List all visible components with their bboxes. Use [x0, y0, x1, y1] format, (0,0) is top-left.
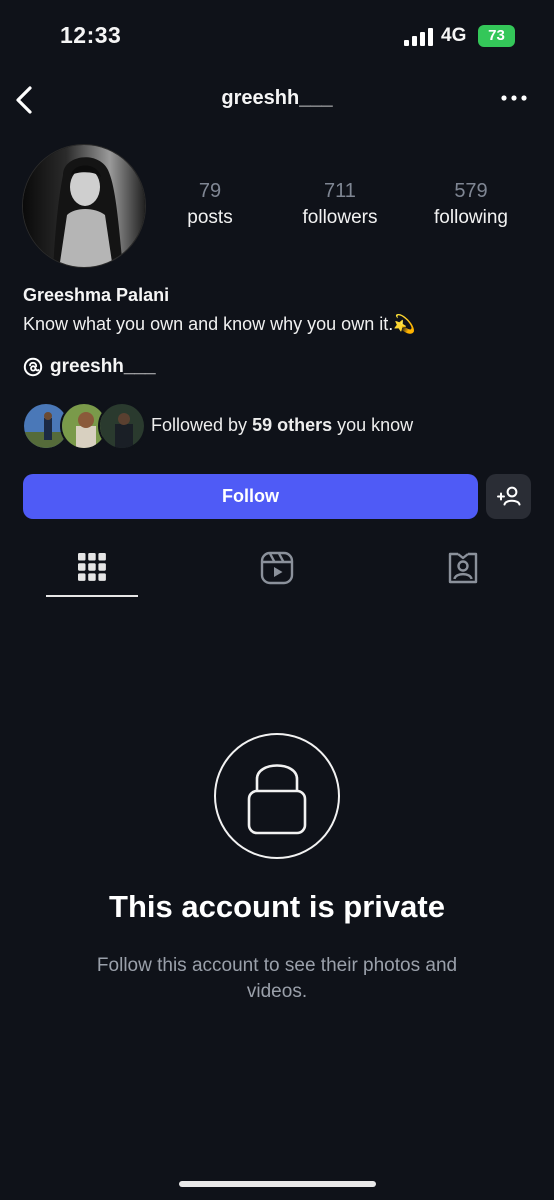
stat-label: posts — [187, 207, 233, 228]
threads-handle: greeshh___ — [50, 356, 156, 377]
tab-tagged[interactable] — [416, 545, 508, 597]
profile-avatar[interactable] — [22, 144, 146, 268]
tab-reels[interactable] — [230, 545, 322, 597]
battery-indicator: 73 — [478, 25, 515, 47]
private-account-subtitle: Follow this account to see their photos … — [96, 955, 458, 1002]
more-horizontal-icon — [501, 95, 527, 101]
bio-emoji: 💫 — [393, 314, 416, 334]
stat-following[interactable]: 579 following — [406, 180, 536, 229]
bio-text: Know what you own and know why you own i… — [23, 314, 394, 334]
tagged-icon — [448, 552, 478, 584]
threads-icon — [23, 357, 43, 377]
profile-tabs — [0, 545, 554, 601]
stat-value: 79 — [198, 180, 222, 202]
add-person-icon — [497, 486, 521, 506]
more-options-button[interactable] — [498, 86, 530, 110]
stat-value: 711 — [324, 180, 356, 202]
mutual-followers-text: Followed by 59 others you know — [151, 415, 413, 436]
follow-button[interactable]: Follow — [23, 474, 478, 519]
home-indicator[interactable] — [179, 1181, 376, 1187]
signal-icon — [404, 28, 433, 46]
private-account-title: This account is private — [109, 889, 445, 924]
grid-icon — [78, 553, 106, 581]
avatar-photo — [23, 145, 145, 267]
tab-grid[interactable] — [46, 545, 138, 597]
profile-bio: Know what you own and know why you own i… — [23, 314, 416, 335]
network-type: 4G — [441, 25, 467, 46]
stat-posts[interactable]: 79 posts — [145, 180, 275, 229]
mutual-count: 59 others — [252, 415, 333, 435]
reels-icon — [260, 551, 294, 585]
status-bar: 12:33 4G 73 — [0, 0, 554, 70]
lock-icon — [247, 764, 307, 835]
stat-label: followers — [302, 207, 378, 228]
profile-username-title: greeshh___ — [221, 87, 333, 109]
profile-full-name: Greeshma Palani — [23, 285, 170, 305]
mutual-prefix: Followed by — [151, 415, 253, 435]
mutual-followers[interactable]: Followed by 59 others you know — [22, 402, 542, 452]
selected-tab-indicator — [46, 595, 138, 597]
battery-level: 73 — [488, 27, 505, 44]
stat-value: 579 — [454, 180, 488, 202]
status-time: 12:33 — [60, 22, 122, 48]
mutual-avatar — [98, 402, 146, 450]
mutual-suffix: you know — [332, 415, 414, 435]
stat-followers[interactable]: 711 followers — [275, 180, 405, 229]
top-nav: greeshh___ — [0, 78, 554, 124]
suggested-users-button[interactable] — [486, 474, 531, 519]
stat-label: following — [434, 207, 508, 228]
private-lock-badge — [214, 733, 340, 859]
